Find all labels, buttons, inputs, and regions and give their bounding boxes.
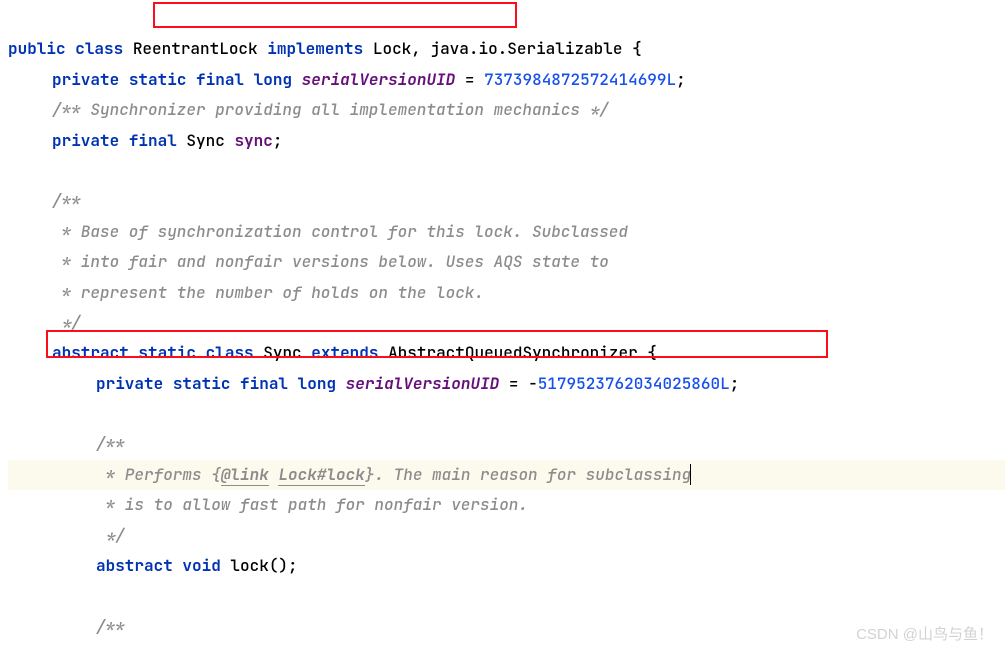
code-line-19 [8, 585, 18, 606]
code-line-18: abstract void lock(); [8, 551, 298, 581]
code-line-16: * is to allow fast path for nonfair vers… [8, 490, 528, 520]
code-line-13 [8, 403, 18, 424]
code-line-1: public class ReentrantLock implements Lo… [8, 38, 642, 59]
code-line-7: * Base of synchronization control for th… [8, 217, 628, 247]
code-block: public class ReentrantLock implements Lo… [0, 4, 1005, 642]
code-line-6: /** [8, 186, 81, 216]
code-line-2: private static final long serialVersionU… [8, 65, 686, 95]
code-line-20: /** [8, 612, 125, 642]
code-line-10: */ [8, 308, 81, 338]
javadoc-link-target: Lock#lock [278, 464, 364, 486]
code-line-12: private static final long serialVersionU… [8, 369, 739, 399]
code-line-8: * into fair and nonfair versions below. … [8, 247, 609, 277]
code-line-17: */ [8, 521, 125, 551]
code-line-4: private final Sync sync; [8, 126, 282, 156]
code-line-5 [8, 160, 18, 181]
code-line-3: /** Synchronizer providing all implement… [8, 95, 609, 125]
code-line-11: abstract static class Sync extends Abstr… [8, 338, 657, 368]
watermark: CSDN @山鸟与鱼！ [856, 621, 993, 650]
code-line-9: * represent the number of holds on the l… [8, 278, 484, 308]
javadoc-link-tag: @link [221, 464, 269, 486]
code-line-15-highlighted: * Performs {@link Lock#lock}. The main r… [8, 460, 1005, 490]
code-line-14: /** [8, 429, 125, 459]
